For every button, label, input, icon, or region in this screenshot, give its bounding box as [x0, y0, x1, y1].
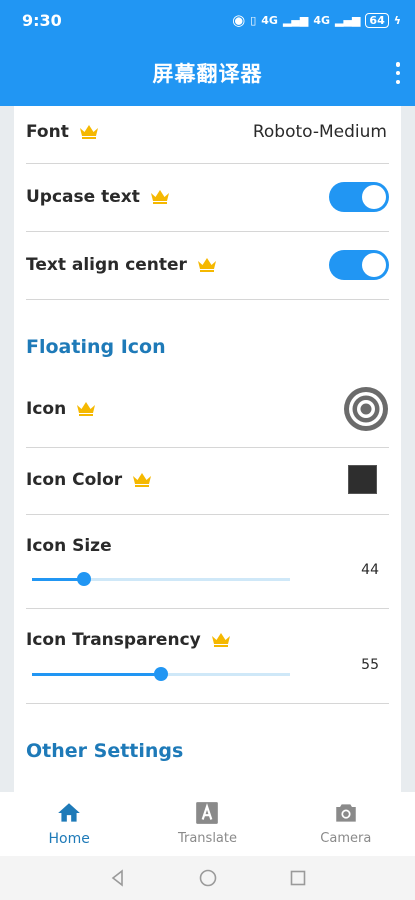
- translate-icon: [196, 802, 219, 824]
- align-setting-row: Text align center: [26, 250, 389, 280]
- font-value: Roboto-Medium: [252, 122, 387, 142]
- transparency-label-group: Icon Transparency: [26, 630, 231, 650]
- network-label-2: 4G: [313, 13, 331, 27]
- status-bar: 9:30 ◉ ▯ 4G ▂▄▆ 4G ▂▄▆ 64 ϟ: [0, 0, 415, 40]
- status-icons: ◉ ▯ 4G ▂▄▆ 4G ▂▄▆ 64 ϟ: [232, 11, 401, 29]
- slider-thumb[interactable]: [76, 572, 91, 586]
- nav-item-translate[interactable]: Translate: [138, 792, 276, 856]
- crown-icon: [197, 258, 216, 272]
- other-settings-section-title: Other Settings: [26, 740, 184, 762]
- nav-label-camera: Camera: [320, 831, 372, 846]
- signal-icon: ▂▄▆: [282, 13, 309, 27]
- upcase-label-group: Upcase text: [26, 187, 170, 207]
- icon-size-value: 44: [361, 562, 379, 578]
- divider: [26, 299, 389, 300]
- align-label: Text align center: [26, 255, 187, 275]
- app-bar: 屏幕翻译器: [0, 40, 415, 106]
- align-center-toggle[interactable]: [329, 250, 389, 280]
- icon-label-group: Icon: [26, 399, 96, 419]
- transparency-label: Icon Transparency: [26, 630, 201, 650]
- nav-label-translate: Translate: [177, 831, 237, 846]
- transparency-value: 55: [361, 657, 379, 673]
- slider-thumb[interactable]: [154, 667, 168, 681]
- nav-label-home: Home: [48, 831, 90, 847]
- nav-item-camera[interactable]: Camera: [277, 792, 415, 856]
- more-options-icon[interactable]: [395, 62, 401, 84]
- back-icon[interactable]: [108, 868, 128, 888]
- charging-icon: ϟ: [393, 13, 401, 27]
- icon-color-swatch[interactable]: [348, 465, 377, 494]
- crown-icon: [211, 633, 230, 647]
- signal-icon-2: ▂▄▆: [335, 13, 361, 27]
- slider-fill: [32, 673, 161, 676]
- font-setting-row[interactable]: Font Roboto-Medium: [26, 118, 389, 146]
- toggle-knob: [362, 253, 386, 277]
- icon-label: Icon: [26, 399, 67, 419]
- system-navigation-bar: [0, 856, 415, 900]
- divider: [26, 608, 389, 609]
- toggle-knob: [362, 185, 386, 209]
- divider: [26, 703, 389, 704]
- home-icon: [58, 803, 80, 822]
- icon-size-slider[interactable]: [32, 569, 290, 589]
- font-label-group: Font: [26, 122, 99, 142]
- app-title: 屏幕翻译器: [152, 62, 263, 86]
- divider: [26, 231, 389, 232]
- icon-size-label: Icon Size: [26, 536, 112, 556]
- nav-item-home[interactable]: Home: [0, 792, 138, 856]
- floating-icon-section-title: Floating Icon: [26, 336, 166, 358]
- status-time: 9:30: [22, 10, 62, 30]
- recents-icon[interactable]: [288, 868, 308, 888]
- icon-color-setting-row[interactable]: Icon Color: [26, 464, 389, 496]
- network-label: 4G: [261, 13, 278, 27]
- eye-icon: ◉: [232, 11, 246, 29]
- crown-icon: [133, 473, 152, 487]
- crown-icon: [79, 125, 98, 139]
- crown-icon: [77, 402, 96, 416]
- upcase-label: Upcase text: [26, 187, 140, 207]
- font-label: Font: [26, 122, 69, 142]
- divider: [26, 514, 389, 515]
- settings-card: Font Roboto-Medium Upcase text Text alig…: [14, 106, 401, 792]
- align-label-group: Text align center: [26, 255, 217, 275]
- divider: [26, 447, 389, 448]
- divider: [26, 163, 389, 164]
- transparency-label-row: Icon Transparency: [26, 628, 389, 652]
- upcase-setting-row: Upcase text: [26, 182, 389, 212]
- battery-indicator: 64: [365, 12, 389, 28]
- target-icon[interactable]: [343, 386, 389, 432]
- icon-color-label-group: Icon Color: [26, 470, 152, 490]
- home-circle-icon[interactable]: [198, 868, 218, 888]
- vibrate-icon: ▯: [250, 13, 257, 27]
- bottom-navigation: Home Translate Camera: [0, 792, 415, 856]
- crown-icon: [150, 190, 169, 204]
- icon-size-label-row: Icon Size: [26, 534, 389, 558]
- icon-color-label: Icon Color: [26, 470, 123, 490]
- icon-setting-row[interactable]: Icon: [26, 386, 389, 432]
- slider-fill: [32, 578, 84, 581]
- upcase-toggle[interactable]: [329, 182, 389, 212]
- camera-icon: [336, 804, 356, 822]
- transparency-slider[interactable]: [32, 664, 290, 684]
